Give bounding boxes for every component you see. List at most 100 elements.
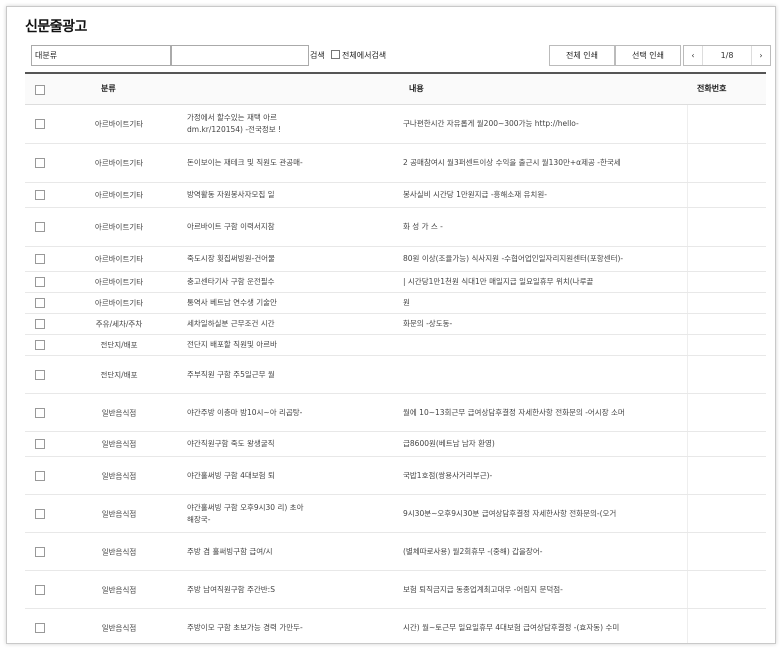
- row-content-right: | 시간당1만1천원 식대1만 매일지급 일요일휴무 위치(나루끝: [403, 277, 594, 286]
- row-content-right: 9시30분~오후9시30분 급여상담후결정 자세한사항 전화문의-(오거: [403, 508, 617, 518]
- row-content-left: 죽도시장 횟집써빙원-건어물: [187, 254, 275, 263]
- row-checkbox[interactable]: [35, 340, 45, 350]
- table-row[interactable]: 일반음식점 야간홀써빙 구함 4대보험 퇴 국밥1호점(쌍용사거리부근)-: [25, 457, 766, 495]
- column-divider: [687, 457, 688, 494]
- table-row[interactable]: 전단지/배포 전단지 배포할 직원및 아르바: [25, 335, 766, 356]
- row-checkbox[interactable]: [35, 222, 45, 232]
- row-content-left: 야간직원구함 죽도 왕생굴직: [187, 439, 275, 448]
- table-row[interactable]: 일반음식점 야간직원구함 죽도 왕생굴직 급8600원(베트남 남자 환영): [25, 432, 766, 457]
- table-header: 분류 내용 전화번호: [25, 72, 766, 105]
- row-checkbox[interactable]: [35, 407, 45, 418]
- next-page-button[interactable]: ›: [751, 46, 770, 65]
- row-checkbox[interactable]: [35, 470, 45, 481]
- row-content-left: 야간주방 이층마 밤10시~아 리곱탕-: [187, 407, 303, 417]
- row-checkbox[interactable]: [35, 119, 45, 129]
- row-category: 아르바이트기타: [94, 119, 144, 129]
- table-row[interactable]: 전단지/배포 주부직원 구함 주5일근무 월: [25, 356, 766, 394]
- row-content-right: 국밥1호점(쌍용사거리부근)-: [403, 470, 493, 480]
- column-divider: [687, 571, 688, 608]
- page-indicator: 1/8: [720, 51, 734, 60]
- row-content-left: 주방 겸 홀써빙구함 급여/시: [187, 546, 273, 556]
- row-content-left: 방역활동 자원봉사자모집 일: [187, 190, 275, 199]
- table-row[interactable]: 아르바이트기타 가정에서 할수있는 재택 아르 dm.kr/120154) -전국…: [25, 105, 766, 144]
- print-all-button[interactable]: 전체 인쇄: [549, 45, 615, 66]
- column-divider: [687, 432, 688, 456]
- table-row[interactable]: 일반음식점 주방 겸 홀써빙구함 급여/시 (별체따로사용) 월2회휴무 -(중해)…: [25, 533, 766, 571]
- table-row[interactable]: 아르바이트기타 죽도시장 횟집써빙원-건어물 80원 이상(조율가능) 식사지원 -…: [25, 247, 766, 272]
- row-checkbox[interactable]: [35, 546, 45, 557]
- row-content-right: 봉사실비 시간당 1만원지급 -흥해소재 유치원-: [403, 190, 547, 199]
- row-content-left: 세차일하실분 근무조건 시간: [187, 319, 275, 328]
- row-checkbox[interactable]: [35, 254, 45, 264]
- column-divider: [687, 335, 688, 355]
- search-within-label: 전체에서검색: [342, 51, 387, 60]
- table-body: 아르바이트기타 가정에서 할수있는 재택 아르 dm.kr/120154) -전국…: [25, 105, 766, 643]
- table-row[interactable]: 아르바이트기타 방역활동 자원봉사자모집 일 봉사실비 시간당 1만원지급 -흥해소…: [25, 183, 766, 208]
- select-all-checkbox[interactable]: [35, 85, 45, 95]
- row-content-left: 야간홀써빙 구함 오후9시30 리) 초아해장국-: [187, 502, 304, 524]
- column-divider: [687, 293, 688, 313]
- column-divider: [687, 144, 688, 182]
- row-content-right: 보험 퇴직금지급 동종업계최고대우 -어림지 문덕점-: [403, 584, 563, 594]
- ads-table: 분류 내용 전화번호 아르바이트기타 가정에서 할수있는 재택 아르 dm.kr/…: [25, 72, 766, 643]
- app-window: 신문줄광고 대분류 검색 전체에서검색 전체 인쇄 선택 인쇄 ‹ 1/8 › …: [6, 6, 776, 644]
- row-content-right: 시간) 월~토근무 일요일휴무 4대보험 급여상담후결정 -(효자동) 수미: [403, 623, 620, 632]
- category-select[interactable]: 대분류: [31, 45, 171, 66]
- row-category: 아르바이트기타: [94, 254, 144, 264]
- prev-page-button[interactable]: ‹: [684, 46, 703, 65]
- row-checkbox[interactable]: [35, 298, 45, 308]
- header-phone: 전화번호: [697, 84, 727, 93]
- column-divider: [687, 533, 688, 570]
- row-checkbox[interactable]: [35, 190, 45, 200]
- column-divider: [687, 394, 688, 431]
- row-content-left: 가정에서 할수있는 재택 아르 dm.kr/120154) -전국정보 !: [187, 113, 282, 134]
- row-content-left: 주방 남여직원구함 주간반:S: [187, 584, 275, 594]
- row-checkbox[interactable]: [35, 369, 45, 380]
- row-content-right: 화 성 가 스 -: [403, 222, 443, 231]
- search-within-checkbox[interactable]: 전체에서검색: [331, 45, 386, 66]
- row-category: 전단지/배포: [100, 370, 138, 379]
- row-content-left: 야간홀써빙 구함 4대보험 퇴: [187, 470, 275, 480]
- table-row[interactable]: 일반음식점 주방이모 구함 초보가능 경력 가만두- 시간) 월~토근무 일요일휴무…: [25, 609, 766, 643]
- row-category: 아르바이트기타: [94, 158, 144, 168]
- row-category: 아르바이트기타: [94, 277, 144, 287]
- checkbox-icon[interactable]: [331, 50, 340, 59]
- search-button[interactable]: 검색: [310, 45, 325, 66]
- row-checkbox[interactable]: [35, 277, 45, 287]
- row-category: 전단지/배포: [100, 340, 138, 350]
- row-checkbox[interactable]: [35, 158, 45, 168]
- row-checkbox[interactable]: [35, 319, 45, 329]
- row-content-left: 주방이모 구함 초보가능 경력 가만두-: [187, 623, 303, 632]
- table-row[interactable]: 아르바이트기타 돈이보이는 재테크 및 직원도 관공매- 2 공매참여시 월3퍼센트…: [25, 144, 766, 183]
- table-row[interactable]: 일반음식점 야간홀써빙 구함 오후9시30 리) 초아해장국- 9시30분~오후9시…: [25, 495, 766, 533]
- row-category: 일반음식점: [101, 585, 137, 594]
- row-checkbox[interactable]: [35, 623, 45, 633]
- row-category: 일반음식점: [101, 623, 137, 633]
- pager: ‹ 1/8 ›: [683, 45, 771, 66]
- table-row[interactable]: 일반음식점 야간주방 이층마 밤10시~아 리곱탕- 월에 10~13회근무 급여상…: [25, 394, 766, 432]
- row-category: 아르바이트기타: [94, 298, 144, 308]
- row-category: 일반음식점: [101, 408, 137, 417]
- print-selected-button[interactable]: 선택 인쇄: [615, 45, 681, 66]
- column-divider: [687, 183, 688, 207]
- row-content-right: 원: [403, 298, 410, 307]
- row-category: 일반음식점: [101, 547, 137, 556]
- search-input[interactable]: [171, 45, 309, 66]
- row-content-right: 화문의 -상도동-: [403, 319, 453, 328]
- row-category: 일반음식점: [101, 509, 137, 518]
- table-row[interactable]: 아르바이트기타 충고센타기사 구함 운전필수 | 시간당1만1천원 식대1만 매일지…: [25, 272, 766, 293]
- row-checkbox[interactable]: [35, 508, 45, 519]
- column-divider: [687, 356, 688, 393]
- row-content-right: 80원 이상(조율가능) 식사지원 -수협어업인일자리지원센터(포항센터)-: [403, 254, 624, 263]
- row-content-right: 2 공매참여시 월3퍼센트이상 수익을 출근시 월130만+α제공 -한국세: [403, 158, 621, 167]
- row-checkbox[interactable]: [35, 584, 45, 595]
- table-row[interactable]: 아르바이트기타 통역사 베트남 연수생 기술안 원: [25, 293, 766, 314]
- toolbar: 대분류 검색 전체에서검색 전체 인쇄 선택 인쇄 ‹ 1/8 ›: [31, 45, 771, 66]
- table-row[interactable]: 아르바이트기타 아르바이트 구함 이력서지참 화 성 가 스 -: [25, 208, 766, 247]
- row-content-left: 돈이보이는 재테크 및 직원도 관공매-: [187, 158, 303, 167]
- table-row[interactable]: 일반음식점 주방 남여직원구함 주간반:S 보험 퇴직금지급 동종업계최고대우 -어…: [25, 571, 766, 609]
- row-content-left: 통역사 베트남 연수생 기술안: [187, 298, 277, 307]
- column-divider: [687, 208, 688, 246]
- row-checkbox[interactable]: [35, 439, 45, 449]
- table-row[interactable]: 주유/세차/주차 세차일하실분 근무조건 시간 화문의 -상도동-: [25, 314, 766, 335]
